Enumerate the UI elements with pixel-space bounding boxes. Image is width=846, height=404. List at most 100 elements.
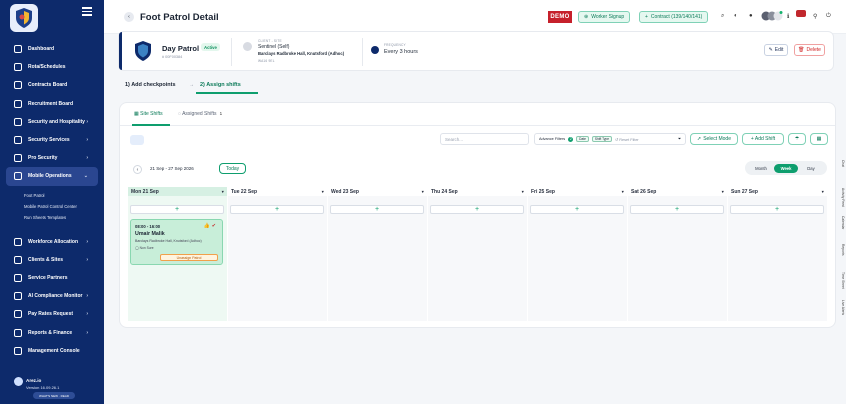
- sidebar-item-service-partners[interactable]: Service Partners: [0, 269, 104, 287]
- day-header: Tue 22 Sep ▾: [228, 187, 327, 196]
- view-month[interactable]: Month: [749, 164, 773, 173]
- funnel-icon[interactable]: ⏷: [678, 137, 681, 141]
- sidebar-item-clients-sites[interactable]: Clients & Sites ›: [0, 251, 104, 269]
- shield-icon: [14, 117, 22, 126]
- messages-icon[interactable]: [796, 10, 806, 21]
- add-shift-button[interactable]: + Add Shift: [742, 133, 784, 145]
- info-icon[interactable]: ℹ: [787, 13, 789, 20]
- sidebar-item-security-hospitality[interactable]: Security and Hospitality ›: [0, 113, 104, 131]
- sidebar-item-contracts[interactable]: Contracts Board: [0, 76, 104, 94]
- worker-signup-button[interactable]: ⊕ Worker Signup: [578, 11, 631, 23]
- contract-button[interactable]: + Contract (139/140/141): [639, 11, 709, 23]
- add-shift-slot-button[interactable]: +: [730, 205, 824, 214]
- search-icon[interactable]: ⌕: [721, 13, 724, 20]
- add-shift-slot-button[interactable]: +: [430, 205, 524, 214]
- sidebar-item-ai-compliance[interactable]: AI Compliance Monitor ›: [0, 287, 104, 305]
- day-column[interactable]: [228, 196, 327, 321]
- day-label: Wed 23 Sep: [331, 188, 359, 195]
- sidebar-item-management-console[interactable]: Management Console: [0, 342, 104, 360]
- delete-button[interactable]: 🗑 Delete: [794, 44, 825, 56]
- add-shift-slot-button[interactable]: +: [530, 205, 624, 214]
- step-assign-shifts[interactable]: 2) Assign shifts: [200, 82, 241, 88]
- power-icon[interactable]: ⏻: [826, 13, 831, 20]
- tab-assigned-shifts[interactable]: ◌ Assigned Shifts 1: [178, 111, 222, 117]
- sidebar-item-dashboard[interactable]: Dashboard: [0, 40, 104, 58]
- site-name[interactable]: Barclays Radbroke Hall, Knutsford (Adhoc…: [258, 51, 344, 56]
- sidebar-item-workforce[interactable]: Workforce Allocation ›: [0, 233, 104, 251]
- select-mode-button[interactable]: ➚ Select Mode: [690, 133, 738, 145]
- sidebar-subitem-foot-patrol[interactable]: Foot Patrol: [0, 190, 104, 201]
- chevron-down-icon[interactable]: ▾: [522, 189, 524, 194]
- avatar[interactable]: [14, 377, 23, 386]
- chevron-down-icon[interactable]: ▾: [322, 189, 324, 194]
- app-logo[interactable]: [10, 4, 38, 32]
- ai-icon: [14, 292, 22, 301]
- sidebar-item-recruitment[interactable]: Recruitment Board: [0, 95, 104, 113]
- sidebar-item-security-services[interactable]: Security Services ›: [0, 131, 104, 149]
- side-tab[interactable]: Live Alerts: [837, 300, 845, 315]
- add-shift-slot-button[interactable]: +: [230, 205, 324, 214]
- link-icon[interactable]: ⚲: [813, 13, 817, 20]
- calendar-grid-icon[interactable]: ▦: [810, 133, 828, 145]
- advance-filters-label: Advance Filters: [539, 137, 566, 141]
- add-shift-slot-button[interactable]: +: [630, 205, 724, 214]
- view-day[interactable]: Day: [799, 164, 823, 173]
- side-tab[interactable]: Time Sheet: [837, 272, 845, 289]
- umbrella-icon[interactable]: ☂: [788, 133, 806, 145]
- day-column[interactable]: [528, 196, 627, 321]
- search-input[interactable]: Search...: [440, 133, 529, 145]
- chevron-down-icon[interactable]: ▾: [422, 189, 424, 194]
- shift-card[interactable]: 08:00 - 16:00 👍 ✔ Umair Malik Barclays R…: [130, 219, 223, 265]
- day-column[interactable]: [428, 196, 527, 321]
- avatar-group[interactable]: [761, 11, 783, 23]
- chevron-down-icon[interactable]: ▾: [222, 189, 224, 194]
- side-tab[interactable]: Chat: [837, 160, 845, 167]
- filter-chip-shift-type[interactable]: Shift Type: [591, 136, 613, 142]
- top-header: ‹ Foot Patrol Detail DEMO ⊕ Worker Signup…: [104, 0, 846, 34]
- whats-new-button[interactable]: WHAT'S NEW · READ: [33, 392, 75, 399]
- menu-toggle-icon[interactable]: [82, 7, 92, 16]
- sidebar-item-pro-security[interactable]: Pro Security ›: [0, 149, 104, 167]
- tab-site-shifts[interactable]: ▦ Site Shifts: [134, 111, 163, 117]
- step-add-checkpoints[interactable]: 1) Add checkpoints: [125, 82, 176, 88]
- edit-button[interactable]: ✎ Edit: [764, 44, 788, 56]
- chevron-down-icon[interactable]: ▾: [622, 189, 624, 194]
- notification-icon[interactable]: ●: [749, 13, 753, 19]
- day-header: Mon 21 Sep ▾: [128, 187, 227, 196]
- today-button[interactable]: Today: [219, 163, 246, 174]
- view-week[interactable]: Week: [774, 164, 798, 173]
- day-column[interactable]: [628, 196, 727, 321]
- filter-chip-date[interactable]: Date: [576, 136, 589, 142]
- add-shift-slot-button[interactable]: +: [130, 205, 224, 214]
- pencil-icon: ✎: [768, 47, 773, 53]
- sidebar-subitem-mobile-patrol-control[interactable]: Mobile Patrol Control Center: [0, 201, 104, 212]
- sidebar-item-label: Clients & Sites: [28, 256, 64, 263]
- chevron-down-icon[interactable]: ▾: [822, 189, 824, 194]
- app-root: Dashboard Rota/Schedules Contracts Board…: [0, 0, 846, 404]
- prev-week-button[interactable]: ‹: [133, 165, 142, 174]
- chevron-right-icon: ›: [86, 155, 88, 162]
- sidebar-item-pay-rates[interactable]: Pay Rates Request ›: [0, 305, 104, 323]
- theme-icon[interactable]: ◐: [734, 13, 738, 19]
- sidebar-subitem-run-sheets[interactable]: Run Sheets Templates: [0, 212, 104, 223]
- filter-toggle-button[interactable]: [130, 135, 144, 145]
- add-shift-slot-button[interactable]: +: [330, 205, 424, 214]
- sidebar-item-rota[interactable]: Rota/Schedules: [0, 58, 104, 76]
- reset-filter[interactable]: ↺ Reset Filter: [615, 137, 639, 142]
- side-tab[interactable]: Activity Feed: [837, 188, 845, 207]
- unassign-patrol-button[interactable]: Unassign Patrol: [160, 254, 218, 261]
- advance-filters[interactable]: Advance Filters 2 Date Shift Type ↺ Rese…: [534, 133, 686, 145]
- day-column[interactable]: [328, 196, 427, 321]
- sidebar-item-mobile-operations[interactable]: Mobile Operations ⌄: [6, 167, 98, 186]
- day-column[interactable]: [728, 196, 827, 321]
- side-tab[interactable]: Calendar: [837, 216, 845, 229]
- back-button[interactable]: ‹: [124, 12, 134, 22]
- side-tab[interactable]: Reports: [837, 244, 845, 256]
- chevron-down-icon[interactable]: ▾: [722, 189, 724, 194]
- shifts-panel: ▦ Site Shifts ◌ Assigned Shifts 1 Search.…: [119, 102, 836, 328]
- chevron-right-icon: ›: [86, 118, 88, 125]
- sidebar-item-reports-finance[interactable]: Reports & Finance ›: [0, 323, 104, 341]
- day-header: Fri 25 Sep ▾: [528, 187, 627, 196]
- client-avatar: [243, 42, 252, 51]
- sidebar-item-label: Security Services: [28, 137, 70, 144]
